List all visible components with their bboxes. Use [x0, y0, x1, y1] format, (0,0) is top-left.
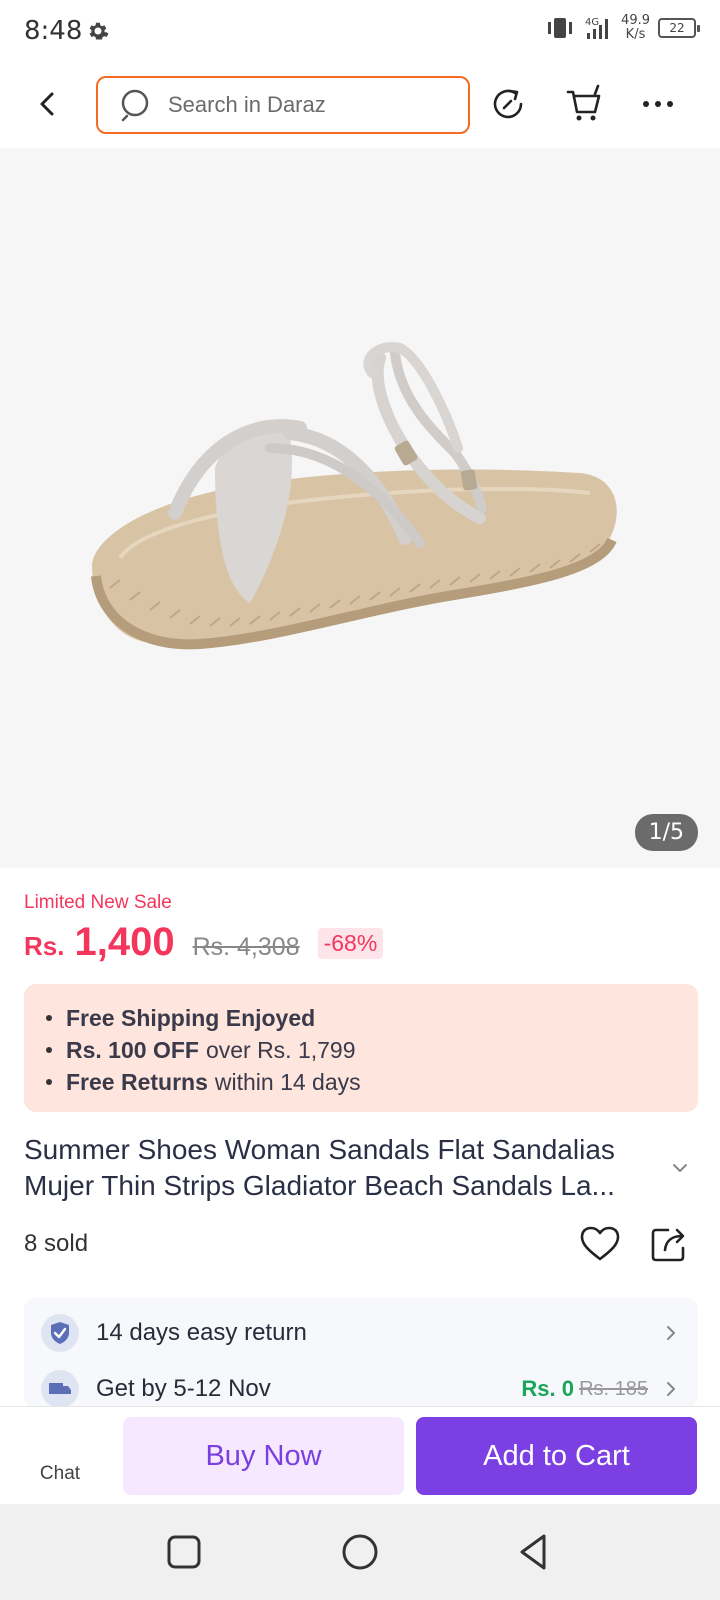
- add-to-cart-button[interactable]: Add to Cart: [416, 1417, 697, 1495]
- search-icon: [121, 89, 149, 122]
- bullet: [46, 1079, 52, 1085]
- search-input[interactable]: [168, 92, 438, 118]
- svg-text:4G: 4G: [585, 17, 599, 28]
- return-policy-text: 14 days easy return: [96, 1319, 307, 1346]
- promo-label: Limited New Sale: [24, 892, 172, 913]
- original-price: Rs. 4,308: [192, 933, 300, 961]
- cart-icon[interactable]: [562, 82, 606, 126]
- header: [0, 64, 720, 148]
- return-policy-row[interactable]: 14 days easy return: [40, 1308, 684, 1358]
- delivery-estimate: Get by 5-12 Nov: [96, 1375, 271, 1402]
- back-triangle-icon[interactable]: [512, 1530, 556, 1574]
- delivery-truck-icon: [41, 1370, 79, 1408]
- network-speed: 49.9 K/s: [621, 14, 650, 42]
- recent-apps-icon[interactable]: [162, 1530, 206, 1574]
- status-bar: 8:48 4G 49.9 K/s 22: [0, 0, 720, 64]
- benefit-discount: Rs. 100 OFF over Rs. 1,799: [46, 1034, 676, 1066]
- price-row: Rs. 1,400 Rs. 4,308 -68%: [24, 920, 384, 965]
- settings-gear-icon: [89, 22, 109, 40]
- benefits-box[interactable]: Free Shipping Enjoyed Rs. 100 OFF over R…: [24, 984, 698, 1112]
- system-nav-bar: [0, 1504, 720, 1600]
- chat-label: Chat: [39, 1463, 81, 1484]
- delivery-fee-original: Rs. 185: [579, 1377, 648, 1400]
- search-bar[interactable]: [96, 76, 470, 134]
- benefit-bold: Free Shipping Enjoyed: [66, 1005, 316, 1031]
- product-image-gallery[interactable]: 1/5: [0, 148, 720, 868]
- network-speed-value: 49.9: [621, 13, 650, 28]
- battery-icon: 22: [658, 18, 700, 38]
- image-counter: 1/5: [634, 814, 698, 851]
- benefit-bold: Rs. 100 OFF: [66, 1037, 199, 1063]
- home-icon[interactable]: [338, 1530, 382, 1574]
- signal-4g-icon: 4G: [585, 17, 609, 39]
- chevron-right-icon: [667, 1382, 675, 1396]
- action-bar: Chat Buy Now Add to Cart: [0, 1406, 720, 1504]
- benefit-bold: Free Returns: [66, 1069, 208, 1095]
- benefit-rest: within 14 days: [214, 1069, 361, 1095]
- vibrate-icon: [548, 18, 573, 38]
- benefit-free-returns: Free Returns within 14 days: [46, 1066, 676, 1098]
- more-options-icon[interactable]: [636, 82, 680, 126]
- history-icon[interactable]: [486, 82, 530, 126]
- status-indicators: 4G 49.9 K/s 22: [545, 14, 700, 42]
- shield-check-icon: [41, 1314, 79, 1352]
- bullet: [46, 1047, 52, 1053]
- sold-count: 8 sold: [24, 1230, 89, 1257]
- product-image-sandal: [91, 342, 617, 650]
- benefit-rest: over Rs. 1,799: [205, 1037, 356, 1063]
- discount-badge: -68%: [317, 928, 384, 959]
- chat-button[interactable]: Chat: [20, 1413, 100, 1499]
- current-price: 1,400: [74, 920, 175, 964]
- network-speed-unit: K/s: [625, 27, 646, 42]
- benefit-free-shipping: Free Shipping Enjoyed: [46, 1002, 676, 1034]
- delivery-row[interactable]: Get by 5-12 Nov Rs. 0 Rs. 185: [40, 1364, 684, 1408]
- price-currency: Rs.: [24, 931, 65, 961]
- share-icon[interactable]: [648, 1222, 692, 1266]
- back-arrow-icon[interactable]: [30, 86, 66, 122]
- chevron-down-icon[interactable]: [670, 1158, 690, 1178]
- bullet: [46, 1015, 52, 1021]
- delivery-fee: Rs. 0: [521, 1376, 574, 1401]
- product-title: Summer Shoes Woman Sandals Flat Sandalia…: [24, 1134, 615, 1201]
- chevron-right-icon: [667, 1326, 675, 1340]
- services-card: 14 days easy return Get by 5-12 Nov Rs. …: [24, 1298, 698, 1408]
- buy-now-button[interactable]: Buy Now: [123, 1417, 404, 1495]
- status-time: 8:48: [24, 16, 83, 46]
- heart-icon[interactable]: [578, 1222, 622, 1266]
